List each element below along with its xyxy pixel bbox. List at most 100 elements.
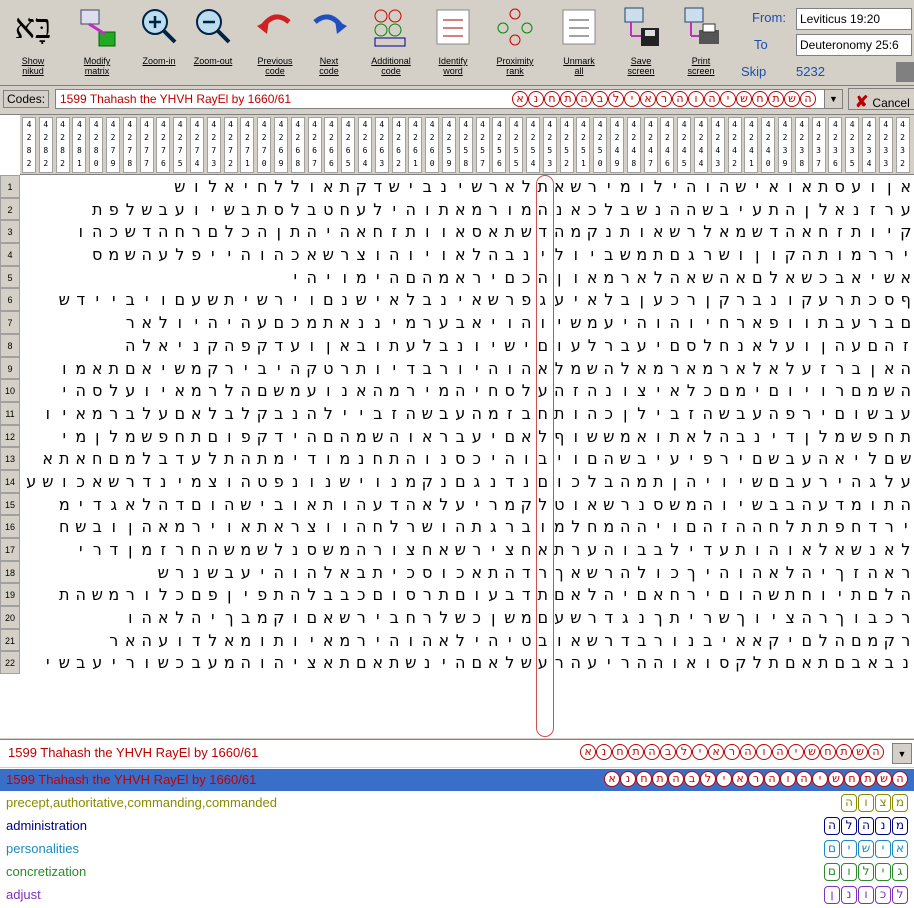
matrix-cell[interactable]: ה <box>238 448 255 471</box>
matrix-cell[interactable]: ם <box>584 448 601 471</box>
matrix-cell[interactable]: ו <box>683 312 700 335</box>
matrix-cell[interactable]: ר <box>419 584 436 607</box>
matrix-cell[interactable]: א <box>304 494 321 517</box>
matrix-cell[interactable]: י <box>238 176 255 199</box>
matrix-cell[interactable]: א <box>584 289 601 312</box>
matrix-cell[interactable]: ו <box>551 471 568 494</box>
matrix-cell[interactable]: ה <box>535 267 552 290</box>
matrix-cell[interactable]: ת <box>287 221 304 244</box>
matrix-cell[interactable]: א <box>485 221 502 244</box>
matrix-cell[interactable]: מ <box>73 426 90 449</box>
matrix-cell[interactable]: י <box>551 312 568 335</box>
matrix-cell[interactable]: ש <box>56 289 73 312</box>
matrix-cell[interactable]: ה <box>601 448 618 471</box>
matrix-cell[interactable]: א <box>568 584 585 607</box>
matrix-cell[interactable]: ג <box>106 494 123 517</box>
matrix-cell[interactable]: ר <box>617 267 634 290</box>
matrix-cell[interactable]: י <box>205 199 222 222</box>
matrix-cell[interactable]: ת <box>667 607 684 630</box>
matrix-cell[interactable]: ד <box>304 448 321 471</box>
matrix-cell[interactable]: י <box>881 221 898 244</box>
matrix-cell[interactable]: ת <box>535 584 552 607</box>
from-field[interactable]: Leviticus 19:20 <box>796 8 912 30</box>
matrix-cell[interactable]: ק <box>584 221 601 244</box>
matrix-cell[interactable]: מ <box>848 244 865 267</box>
matrix-cell[interactable]: ב <box>452 312 469 335</box>
matrix-cell[interactable]: י <box>485 448 502 471</box>
matrix-grid[interactable]: שולאיחללואתקדשיבנישראלתאשרימוליהוהשיאואת… <box>22 176 914 675</box>
matrix-cell[interactable]: ו <box>634 176 651 199</box>
matrix-cell[interactable]: ב <box>353 562 370 585</box>
matrix-cell[interactable]: ש <box>89 584 106 607</box>
matrix-cell[interactable]: ו <box>782 539 799 562</box>
matrix-cell[interactable]: ת <box>815 176 832 199</box>
matrix-cell[interactable]: ו <box>568 267 585 290</box>
matrix-cell[interactable]: ר <box>881 516 898 539</box>
matrix-cell[interactable]: ת <box>650 471 667 494</box>
matrix-cell[interactable]: א <box>73 448 90 471</box>
matrix-cell[interactable]: א <box>452 221 469 244</box>
matrix-cell[interactable]: ל <box>287 199 304 222</box>
matrix-cell[interactable]: ת <box>485 562 502 585</box>
matrix-cell[interactable]: ש <box>518 652 535 675</box>
matrix-cell[interactable]: מ <box>832 426 849 449</box>
matrix-cell[interactable]: כ <box>518 267 535 290</box>
matrix-cell[interactable]: נ <box>155 471 172 494</box>
matrix-cell[interactable]: ה <box>502 448 519 471</box>
matrix-cell[interactable]: ו <box>716 494 733 517</box>
show-nikud-button[interactable]: בָּא Show nikud <box>8 4 58 82</box>
matrix-cell[interactable]: ה <box>865 562 882 585</box>
matrix-cell[interactable]: ר <box>188 516 205 539</box>
matrix-cell[interactable]: ו <box>337 267 354 290</box>
matrix-cell[interactable]: ע <box>749 403 766 426</box>
matrix-cell[interactable]: ם <box>535 335 552 358</box>
matrix-cell[interactable]: י <box>601 176 618 199</box>
matrix-row[interactable]: תפלשבעוישבתסלבטחעליהותאמרומהנאכלבשנההשבי… <box>22 199 914 222</box>
matrix-cell[interactable]: ו <box>139 584 156 607</box>
matrix-cell[interactable]: ה <box>667 199 684 222</box>
matrix-cell[interactable]: מ <box>238 539 255 562</box>
matrix-cell[interactable]: מ <box>601 516 618 539</box>
matrix-cell[interactable]: י <box>221 312 238 335</box>
matrix-cell[interactable]: ה <box>452 380 469 403</box>
matrix-cell[interactable]: א <box>469 312 486 335</box>
matrix-cell[interactable]: ו <box>287 562 304 585</box>
matrix-cell[interactable]: א <box>452 244 469 267</box>
matrix-row[interactable]: ימןלמשפחתםופקדיהםהמשהוארבעיםאלףוששמאותאל… <box>22 426 914 449</box>
matrix-cell[interactable]: ב <box>749 289 766 312</box>
matrix-cell[interactable]: ו <box>799 312 816 335</box>
matrix-cell[interactable]: י <box>650 335 667 358</box>
matrix-cell[interactable]: ר <box>650 630 667 653</box>
matrix-cell[interactable]: מ <box>865 630 882 653</box>
matrix-cell[interactable]: ד <box>73 289 90 312</box>
matrix-cell[interactable]: ע <box>469 426 486 449</box>
matrix-cell[interactable]: ה <box>898 380 914 403</box>
matrix-cell[interactable]: ש <box>584 358 601 381</box>
matrix-cell[interactable]: ם <box>832 403 849 426</box>
matrix-cell[interactable]: ש <box>221 199 238 222</box>
matrix-cell[interactable]: ש <box>568 176 585 199</box>
matrix-cell[interactable]: ר <box>419 607 436 630</box>
matrix-cell[interactable]: ו <box>254 652 271 675</box>
matrix-cell[interactable]: ד <box>172 448 189 471</box>
matrix-cell[interactable]: א <box>155 607 172 630</box>
unmark-all-button[interactable]: Unmark all <box>554 4 604 82</box>
matrix-cell[interactable]: א <box>650 584 667 607</box>
matrix-cell[interactable]: ר <box>700 244 717 267</box>
matrix-cell[interactable]: ב <box>634 448 651 471</box>
matrix-cell[interactable]: ב <box>73 652 90 675</box>
matrix-cell[interactable]: ט <box>254 471 271 494</box>
matrix-cell[interactable]: ב <box>617 335 634 358</box>
matrix-cell[interactable]: ע <box>188 289 205 312</box>
matrix-cell[interactable]: ל <box>601 199 618 222</box>
matrix-cell[interactable]: ם <box>634 584 651 607</box>
matrix-cell[interactable]: נ <box>634 494 651 517</box>
matrix-cell[interactable]: ה <box>139 244 156 267</box>
matrix-cell[interactable]: מ <box>221 652 238 675</box>
matrix-cell[interactable]: מ <box>403 471 420 494</box>
matrix-cell[interactable]: ה <box>73 380 90 403</box>
matrix-cell[interactable]: ו <box>667 630 684 653</box>
matrix-cell[interactable]: כ <box>667 562 684 585</box>
matrix-cell[interactable]: ן <box>320 335 337 358</box>
matrix-cell[interactable]: ו <box>370 335 387 358</box>
